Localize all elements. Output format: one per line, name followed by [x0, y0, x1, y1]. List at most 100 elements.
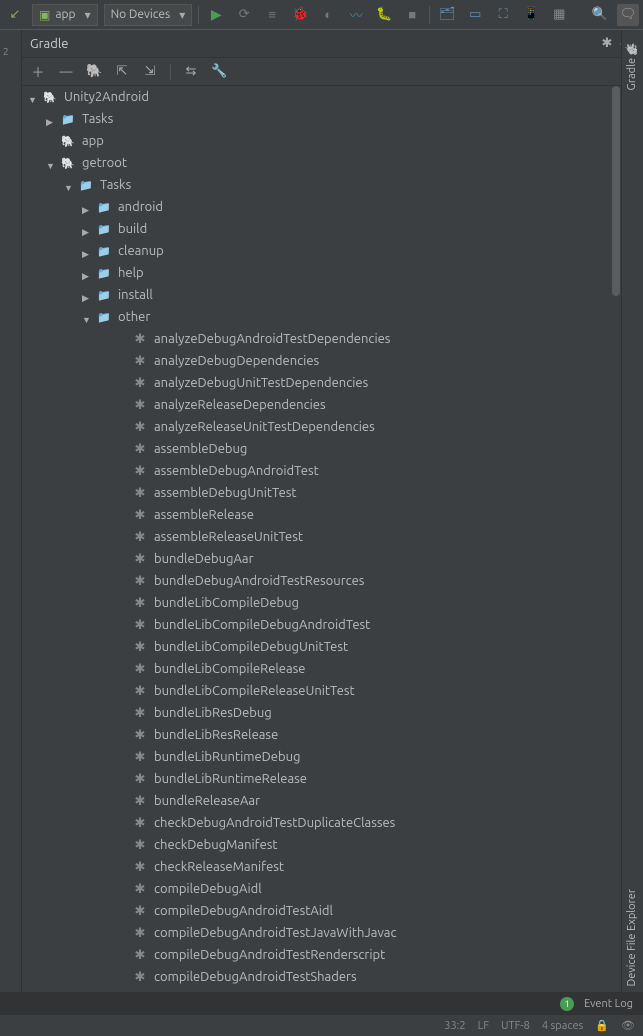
gradle-task[interactable]: assembleDebug: [22, 438, 621, 460]
expand-all-icon[interactable]: ⇱: [114, 64, 130, 79]
expand-arrow-icon[interactable]: [46, 114, 56, 124]
tree-folder-cleanup[interactable]: cleanup: [22, 240, 621, 262]
gradle-task[interactable]: bundleLibRuntimeRelease: [22, 768, 621, 790]
gradle-task[interactable]: bundleLibCompileDebugAndroidTest: [22, 614, 621, 636]
gradle-task[interactable]: analyzeDebugUnitTestDependencies: [22, 372, 621, 394]
collapse-all-icon[interactable]: ⇲: [142, 64, 158, 79]
attach-debugger-icon[interactable]: 🐛: [373, 4, 395, 26]
expand-arrow-icon[interactable]: [46, 158, 56, 168]
gear-icon: [132, 903, 148, 919]
gradle-panel-header: Gradle ✱ —: [0, 30, 643, 58]
tree-module-getroot[interactable]: getroot: [22, 152, 621, 174]
tree-folder-other[interactable]: other: [22, 306, 621, 328]
caret-position[interactable]: 33:2: [444, 1020, 465, 1032]
gradle-task[interactable]: bundleDebugAndroidTestResources: [22, 570, 621, 592]
indent-setting[interactable]: 4 spaces: [542, 1020, 584, 1032]
sdk-manager-icon[interactable]: ⛶: [492, 4, 514, 26]
apply-changes-icon[interactable]: ⟳: [233, 4, 255, 26]
gradle-task[interactable]: compileDebugAidl: [22, 878, 621, 900]
gradle-task[interactable]: assembleReleaseUnitTest: [22, 526, 621, 548]
gradle-task[interactable]: compileDebugAndroidTestRenderscript: [22, 944, 621, 966]
gear-icon: [132, 749, 148, 765]
gradle-task[interactable]: assembleRelease: [22, 504, 621, 526]
file-encoding[interactable]: UTF-8: [501, 1020, 530, 1032]
expand-arrow-icon[interactable]: [82, 224, 92, 234]
coverage-icon[interactable]: ◐: [317, 4, 339, 26]
module-selector[interactable]: ▣ app ▾: [32, 4, 98, 26]
expand-arrow-icon[interactable]: [82, 202, 92, 212]
gradle-task[interactable]: compileDebugAndroidTestShaders: [22, 966, 621, 988]
gradle-task[interactable]: bundleLibRuntimeDebug: [22, 746, 621, 768]
device-file-explorer-tab[interactable]: ▭ Device File Explorer: [622, 881, 641, 1010]
avd-manager-icon[interactable]: ▭: [464, 4, 486, 26]
scrollbar-thumb[interactable]: [612, 86, 620, 296]
sync-icon[interactable]: 🗂: [436, 4, 458, 26]
refresh-icon[interactable]: 🐘: [86, 64, 102, 79]
tree-folder-android[interactable]: android: [22, 196, 621, 218]
gradle-task[interactable]: bundleDebugAar: [22, 548, 621, 570]
gear-icon[interactable]: ✱: [597, 36, 617, 51]
lock-icon[interactable]: 🔒: [595, 1019, 609, 1032]
tree-root[interactable]: Unity2Android: [22, 86, 621, 108]
expand-arrow-icon[interactable]: [28, 92, 38, 102]
notifications-icon[interactable]: 🗨: [617, 4, 639, 26]
expand-arrow-icon[interactable]: [64, 180, 74, 190]
remove-icon[interactable]: —: [58, 65, 74, 79]
event-log-button[interactable]: Event Log: [584, 998, 633, 1010]
tree-folder-help[interactable]: help: [22, 262, 621, 284]
line-separator[interactable]: LF: [478, 1020, 489, 1032]
tree-tasks[interactable]: Tasks: [22, 108, 621, 130]
gradle-task[interactable]: assembleDebugUnitTest: [22, 482, 621, 504]
tree-folder-build[interactable]: build: [22, 218, 621, 240]
tree-label: compileDebugAndroidTestJavaWithJavac: [154, 926, 397, 940]
debug-icon[interactable]: 🐞: [289, 4, 311, 26]
tree-folder-install[interactable]: install: [22, 284, 621, 306]
gradle-task[interactable]: bundleLibCompileDebug: [22, 592, 621, 614]
expand-arrow-icon[interactable]: [82, 246, 92, 256]
status-bar: 33:2 LF UTF-8 4 spaces 🔒 👁: [0, 1014, 643, 1036]
gradle-task[interactable]: assembleDebugAndroidTest: [22, 460, 621, 482]
tree-tasks[interactable]: Tasks: [22, 174, 621, 196]
gradle-task[interactable]: compileDebugAndroidTestJavaWithJavac: [22, 922, 621, 944]
gradle-task[interactable]: analyzeDebugAndroidTestDependencies: [22, 328, 621, 350]
gear-icon: [132, 397, 148, 413]
search-icon[interactable]: 🔍: [589, 4, 611, 26]
memory-indicator-icon[interactable]: 👁: [621, 1019, 635, 1032]
elephant-icon: [60, 133, 76, 149]
stop-icon[interactable]: ■: [401, 4, 423, 26]
gradle-task[interactable]: compileDebugAndroidTestAidl: [22, 900, 621, 922]
expand-arrow-icon[interactable]: [82, 312, 92, 322]
gradle-task[interactable]: bundleLibResRelease: [22, 724, 621, 746]
toggle-offline-icon[interactable]: ⇆: [183, 64, 199, 79]
gradle-task[interactable]: analyzeReleaseUnitTestDependencies: [22, 416, 621, 438]
expand-arrow-icon[interactable]: [82, 268, 92, 278]
gradle-task[interactable]: analyzeDebugDependencies: [22, 350, 621, 372]
run-icon[interactable]: ▶: [205, 4, 227, 26]
tree-label: checkDebugAndroidTestDuplicateClasses: [154, 816, 395, 830]
gradle-task[interactable]: checkReleaseManifest: [22, 856, 621, 878]
profile-icon[interactable]: 〰: [345, 4, 367, 26]
scrollbar[interactable]: [611, 86, 621, 992]
resource-manager-icon[interactable]: 📱: [520, 4, 542, 26]
apply-code-icon[interactable]: ≡: [261, 4, 283, 26]
tree-module-app[interactable]: app: [22, 130, 621, 152]
gradle-tab[interactable]: Gradle 🐘: [622, 34, 641, 98]
folder-icon: [96, 265, 112, 281]
gradle-task[interactable]: bundleLibCompileDebugUnitTest: [22, 636, 621, 658]
gradle-task[interactable]: analyzeReleaseDependencies: [22, 394, 621, 416]
gradle-task[interactable]: checkDebugAndroidTestDuplicateClasses: [22, 812, 621, 834]
gutter-tab-number[interactable]: 2: [3, 46, 9, 57]
expand-arrow-icon[interactable]: [82, 290, 92, 300]
gear-icon: [132, 375, 148, 391]
gradle-task[interactable]: bundleLibCompileReleaseUnitTest: [22, 680, 621, 702]
gradle-task[interactable]: bundleLibResDebug: [22, 702, 621, 724]
gradle-task[interactable]: bundleLibCompileRelease: [22, 658, 621, 680]
gradle-task[interactable]: bundleReleaseAar: [22, 790, 621, 812]
device-selector[interactable]: No Devices ▾: [104, 4, 193, 26]
gradle-task[interactable]: checkDebugManifest: [22, 834, 621, 856]
back-icon[interactable]: ↙: [4, 4, 26, 26]
add-icon[interactable]: ＋: [30, 62, 46, 81]
wrench-icon[interactable]: 🔧: [211, 64, 227, 79]
gradle-tree[interactable]: Unity2Android Tasks app getroot Tasks an…: [22, 86, 621, 992]
layout-inspector-icon[interactable]: ▦: [548, 4, 570, 26]
